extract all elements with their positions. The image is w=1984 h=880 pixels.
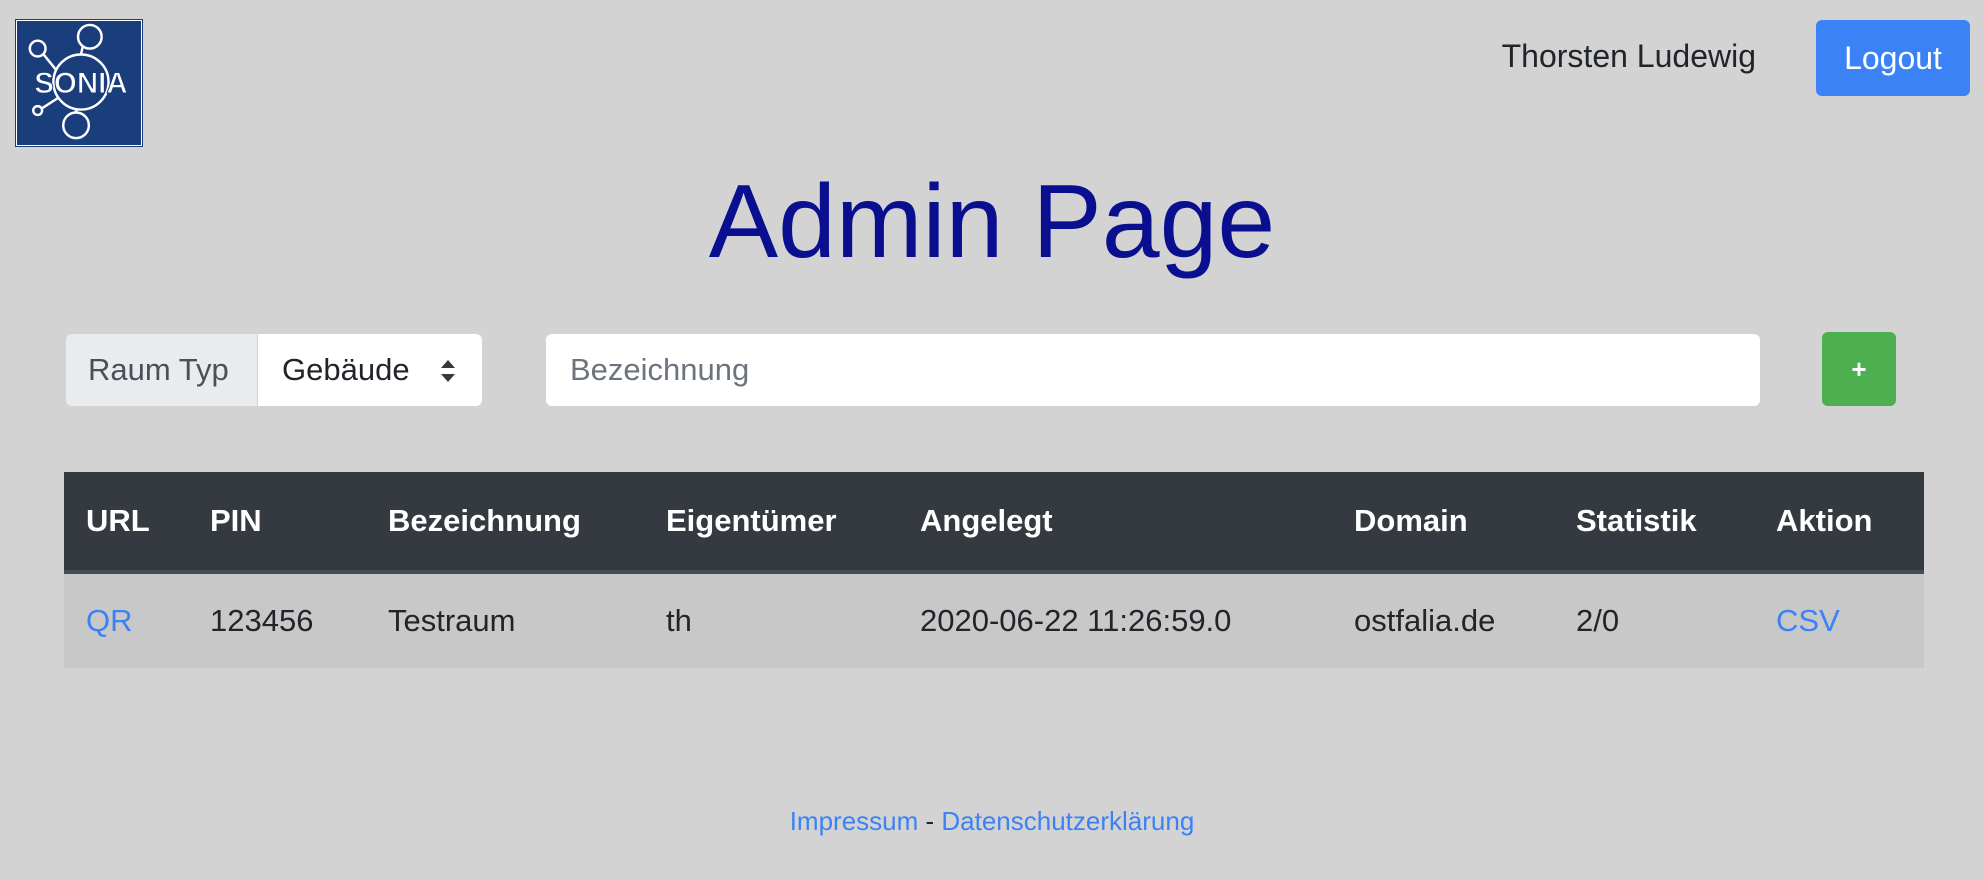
privacy-link[interactable]: Datenschutzerklärung bbox=[941, 806, 1194, 836]
cell-domain: ostfalia.de bbox=[1354, 603, 1496, 638]
user-name: Thorsten Ludewig bbox=[1501, 38, 1756, 74]
network-logo-icon: SONIA bbox=[28, 23, 128, 140]
add-button[interactable]: + bbox=[1822, 332, 1896, 406]
logout-button[interactable]: Logout bbox=[1816, 20, 1970, 96]
column-header-owner: Eigentümer bbox=[644, 472, 898, 574]
table-row: QR 123456 Testraum th 2020-06-22 11:26:5… bbox=[64, 572, 1924, 668]
sonia-logo[interactable]: SONIA bbox=[15, 19, 143, 147]
cell-name: Testraum bbox=[388, 603, 516, 638]
column-header-action: Aktion bbox=[1754, 472, 1924, 574]
logo-text: SONIA bbox=[34, 67, 127, 100]
cell-pin: 123456 bbox=[210, 603, 314, 638]
csv-link[interactable]: CSV bbox=[1776, 603, 1840, 638]
column-header-domain: Domain bbox=[1332, 472, 1554, 574]
room-type-select[interactable]: Gebäude bbox=[258, 334, 482, 406]
column-header-created: Angelegt bbox=[898, 472, 1332, 574]
footer-separator: - bbox=[918, 806, 942, 836]
room-type-label: Raum Typ bbox=[66, 334, 258, 406]
table-header-row: URL PIN Bezeichnung Eigentümer Angelegt … bbox=[64, 472, 1924, 574]
cell-owner: th bbox=[666, 603, 692, 638]
column-header-name: Bezeichnung bbox=[366, 472, 644, 574]
name-input[interactable] bbox=[546, 334, 1760, 406]
room-type-group: Raum Typ Gebäude bbox=[66, 334, 482, 406]
select-updown-arrows-icon bbox=[441, 360, 455, 382]
column-header-stats: Statistik bbox=[1554, 472, 1754, 574]
column-header-url: URL bbox=[64, 472, 188, 574]
column-header-pin: PIN bbox=[188, 472, 366, 574]
footer: Impressum - Datenschutzerklärung bbox=[0, 806, 1984, 837]
impressum-link[interactable]: Impressum bbox=[790, 806, 919, 836]
qr-link[interactable]: QR bbox=[86, 603, 133, 638]
page-title: Admin Page bbox=[708, 164, 1276, 280]
rooms-table: URL PIN Bezeichnung Eigentümer Angelegt … bbox=[64, 472, 1924, 668]
room-type-selected-value: Gebäude bbox=[282, 352, 410, 387]
cell-created: 2020-06-22 11:26:59.0 bbox=[920, 603, 1232, 638]
cell-stats: 2/0 bbox=[1576, 603, 1620, 638]
